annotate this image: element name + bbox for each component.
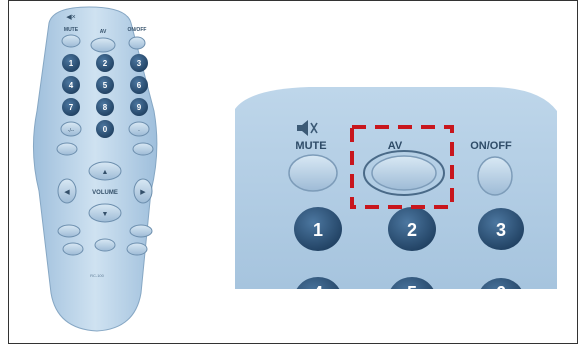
small-key-recall[interactable]: -: [128, 121, 150, 137]
svg-text:4: 4: [69, 81, 74, 90]
svg-text:1: 1: [313, 220, 323, 240]
svg-text:1: 1: [69, 59, 74, 68]
triangle-up-icon: ▲: [102, 169, 109, 176]
small-function-button[interactable]: [132, 142, 154, 156]
zoom-view: MUTE AV ON/OFF 1 2 3 4 5 6: [235, 87, 557, 321]
svg-text:MUTE: MUTE: [64, 27, 79, 33]
remote-illustration: ◀× MUTE AV ON/OFF 1 2 3 4 5 6 7 8 9 -/--…: [32, 6, 557, 332]
svg-text:ON/OFF: ON/OFF: [128, 27, 147, 33]
volume-label: VOLUME: [92, 190, 118, 196]
svg-text:6: 6: [496, 283, 506, 303]
small-key-8[interactable]: 8: [96, 98, 114, 116]
small-function-button[interactable]: [57, 224, 81, 238]
small-key-7[interactable]: 7: [62, 98, 80, 116]
small-key-4[interactable]: 4: [62, 76, 80, 94]
small-key-6[interactable]: 6: [130, 76, 148, 94]
svg-text:7: 7: [69, 103, 74, 112]
svg-text:2: 2: [103, 59, 108, 68]
small-key-dash[interactable]: -/--: [60, 121, 82, 137]
zoom-key-5[interactable]: 5: [388, 277, 436, 321]
svg-text:8: 8: [103, 103, 108, 112]
svg-text:◀×: ◀×: [66, 14, 75, 21]
triangle-right-icon: ▶: [140, 189, 146, 196]
zoom-key-2[interactable]: 2: [388, 207, 436, 251]
svg-text:-/--: -/--: [68, 128, 75, 134]
zoom-key-6[interactable]: 6: [478, 278, 524, 320]
triangle-left-icon: ◀: [64, 189, 70, 196]
svg-text:AV: AV: [100, 29, 107, 35]
small-key-5[interactable]: 5: [96, 76, 114, 94]
zoom-key-3[interactable]: 3: [478, 208, 524, 250]
small-function-button[interactable]: [62, 242, 84, 256]
svg-text:5: 5: [103, 81, 108, 90]
onoff-label: ON/OFF: [470, 140, 512, 152]
svg-text:3: 3: [496, 220, 506, 240]
small-key-1[interactable]: 1: [62, 54, 80, 72]
model-label: RC-100: [90, 273, 105, 278]
small-remote: ◀× MUTE AV ON/OFF 1 2 3 4 5 6 7 8 9 -/--…: [32, 6, 158, 332]
svg-text:2: 2: [407, 220, 417, 240]
svg-text:5: 5: [407, 283, 417, 303]
small-function-button[interactable]: [56, 142, 78, 156]
svg-text:0: 0: [103, 125, 108, 134]
zoom-key-1[interactable]: 1: [294, 207, 342, 251]
svg-text:3: 3: [137, 59, 142, 68]
svg-text:9: 9: [137, 103, 142, 112]
small-key-2[interactable]: 2: [96, 54, 114, 72]
small-function-button[interactable]: [126, 242, 148, 256]
image-frame: ◀× MUTE AV ON/OFF 1 2 3 4 5 6 7 8 9 -/--…: [8, 0, 578, 344]
small-function-button[interactable]: [94, 238, 116, 252]
small-key-0[interactable]: 0: [96, 120, 114, 138]
svg-text:4: 4: [313, 283, 323, 303]
mute-label: MUTE: [295, 140, 326, 152]
zoom-key-4[interactable]: 4: [294, 277, 342, 321]
svg-text:6: 6: [137, 81, 142, 90]
triangle-down-icon: ▼: [102, 211, 109, 218]
small-key-3[interactable]: 3: [130, 54, 148, 72]
small-function-button[interactable]: [129, 224, 153, 238]
small-key-9[interactable]: 9: [130, 98, 148, 116]
